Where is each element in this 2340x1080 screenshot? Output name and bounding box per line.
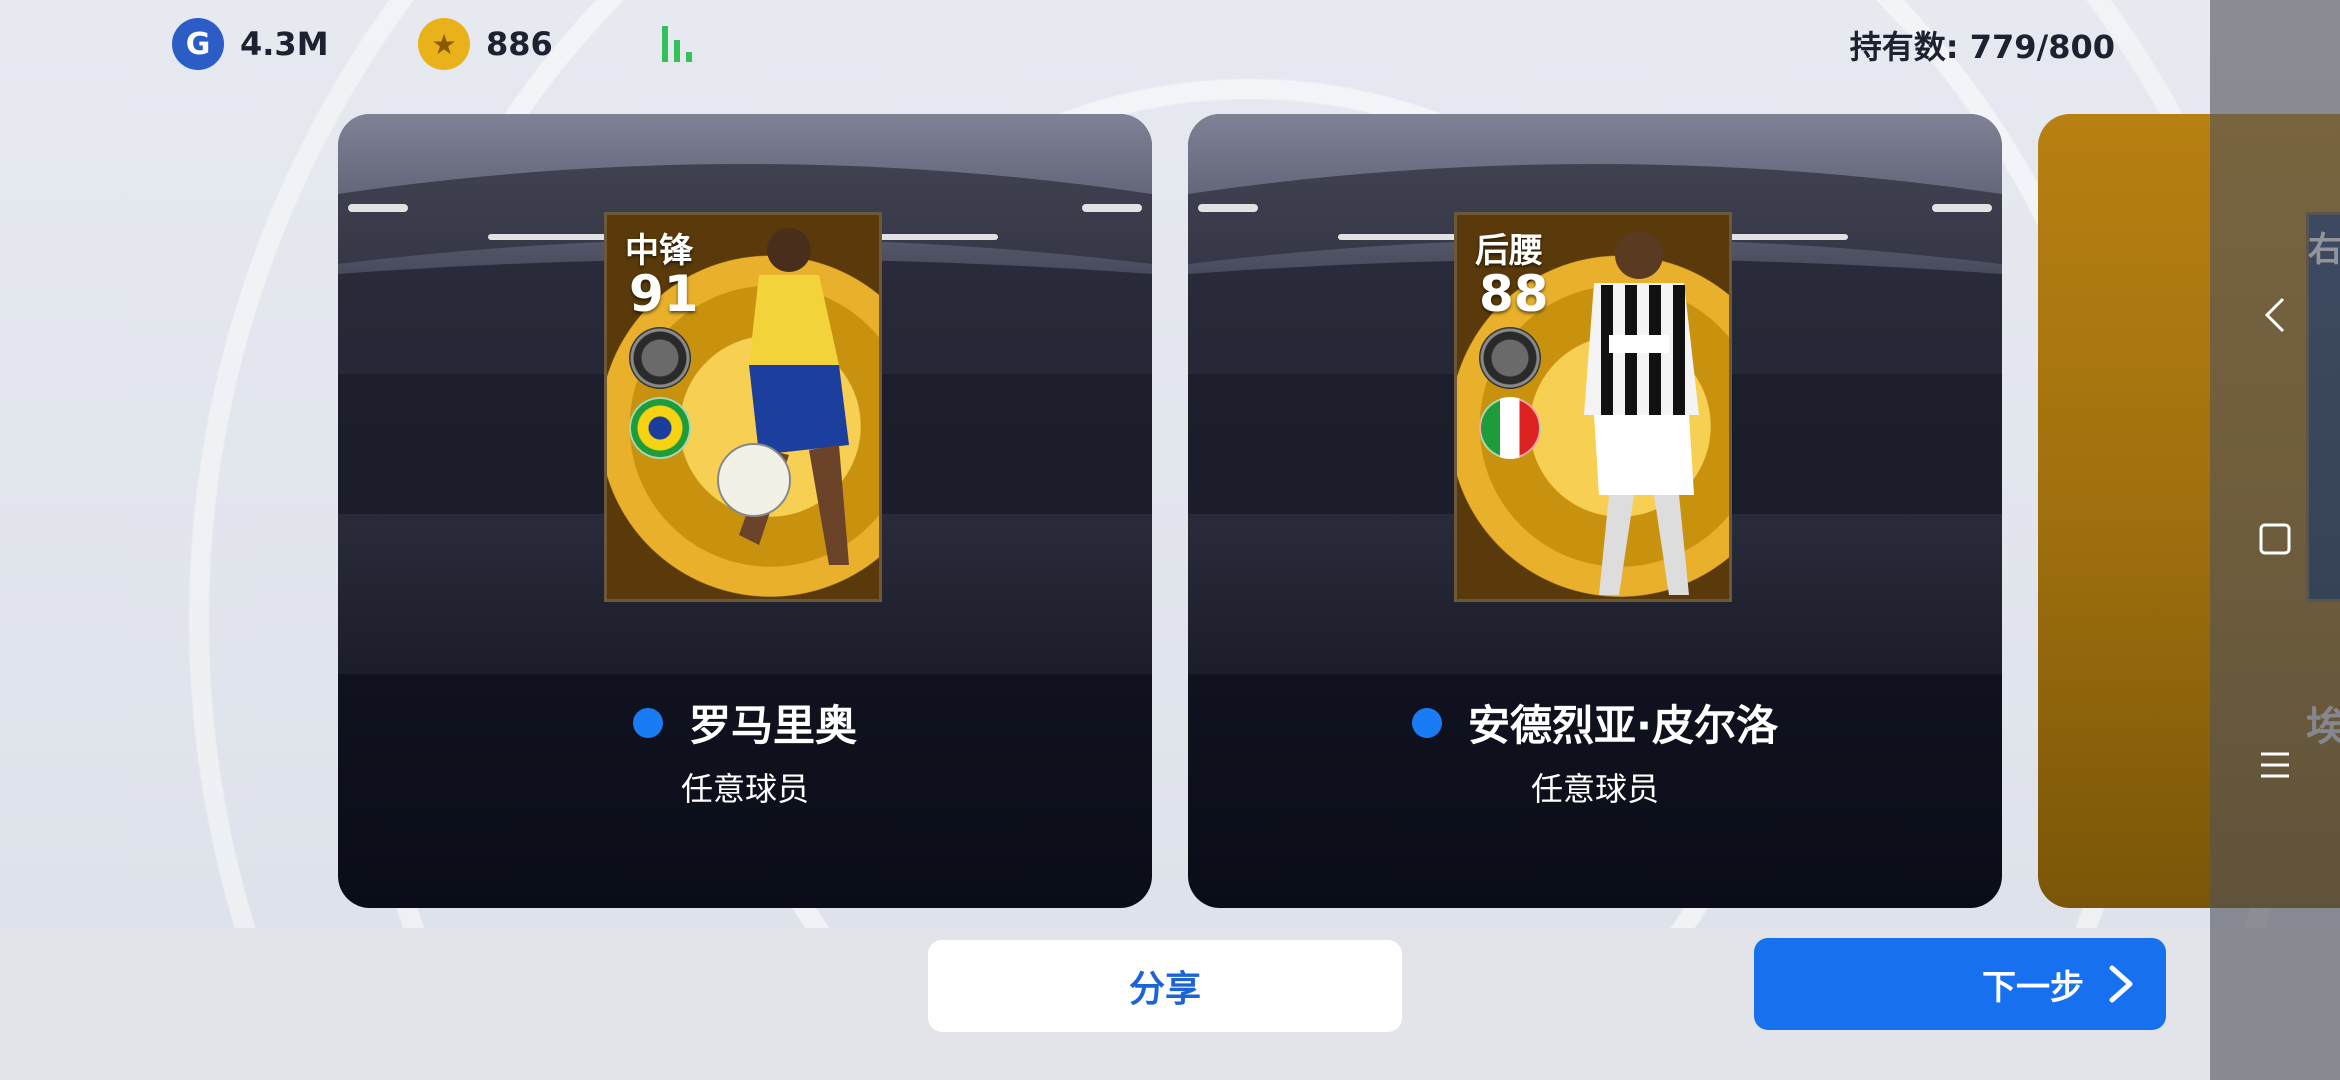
player-slot-1[interactable]: 中锋 91 罗马里奥 任意球员 (338, 114, 1152, 908)
player-card-image: 后腰 88 (1454, 212, 1732, 602)
shield-icon (1479, 327, 1541, 389)
player-name-row: 安德烈亚·皮尔洛 (1188, 692, 2002, 753)
gp-currency: G 4.3M (172, 18, 329, 70)
rating: 88 (1479, 265, 1549, 323)
italy-flag-icon (1479, 397, 1541, 459)
next-button-label: 下一步 (1982, 968, 2084, 1007)
gp-icon: G (172, 18, 224, 70)
blue-dot-icon (632, 707, 663, 738)
player-type: 任意球员 (1530, 770, 1659, 808)
gp-value: 4.3M (240, 25, 329, 63)
coin-currency: ★ 886 (418, 18, 553, 70)
top-bar: G 4.3M ★ 886 持有数: 779/800 (0, 0, 2210, 90)
player-type: 任意球员 (680, 770, 809, 808)
coin-icon: ★ (418, 18, 470, 70)
brazil-flag-icon (629, 397, 691, 459)
coin-value: 886 (486, 25, 553, 63)
shield-icon (629, 327, 691, 389)
signal-icon (662, 26, 702, 62)
share-button[interactable]: 分享 (928, 940, 1402, 1032)
menu-icon[interactable] (2252, 742, 2298, 788)
chevron-right-icon (2109, 965, 2133, 1003)
rating: 91 (629, 265, 699, 323)
home-icon[interactable] (2252, 516, 2298, 562)
player-name: 安德烈亚·皮尔洛 (1468, 701, 1778, 750)
player-figure (1584, 231, 1699, 595)
player-card-image: 中锋 91 (604, 212, 882, 602)
back-icon[interactable] (2252, 292, 2298, 338)
owned-count: 持有数: 779/800 (1849, 28, 2115, 66)
player-slot-2[interactable]: 后腰 88 安德烈亚·皮尔洛 任意球员 (1188, 114, 2002, 908)
next-button[interactable]: 下一步 (1754, 938, 2166, 1030)
blue-dot-icon (1412, 707, 1443, 738)
system-navigation-bar (2210, 0, 2340, 1080)
player-name: 罗马里奥 (688, 701, 857, 750)
player-name-row: 罗马里奥 (338, 692, 1152, 753)
player-figure (717, 228, 849, 565)
